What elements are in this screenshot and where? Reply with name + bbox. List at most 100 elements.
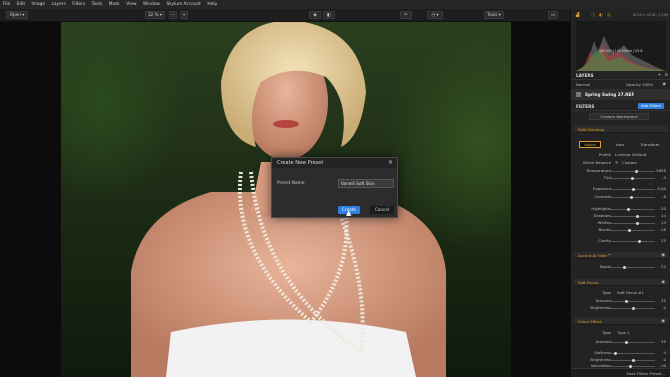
blacks-value: -16 <box>659 227 666 232</box>
menu-file[interactable]: File <box>3 2 10 7</box>
raw-develop-header[interactable]: RAW Develop <box>574 126 668 133</box>
soft-focus-type-row: Type Soft Focus #1 <box>571 290 670 296</box>
eye-preview-button[interactable]: ◉ <box>309 11 321 19</box>
menu-edit[interactable]: Edit <box>17 2 25 7</box>
clarity-knob[interactable] <box>638 240 641 243</box>
orton-amount-slider[interactable] <box>611 341 655 344</box>
soft-focus-amount-knob[interactable] <box>625 300 628 303</box>
tools-button[interactable]: Tools ▾ <box>484 11 504 19</box>
soft-focus-brightness-slider[interactable] <box>611 307 655 310</box>
open-button[interactable]: Open ▾ <box>6 11 28 19</box>
layers-toggle-icon[interactable]: ◐ <box>599 12 603 17</box>
highlights-slider[interactable] <box>611 208 655 211</box>
undo-button[interactable]: ↶ <box>400 11 412 19</box>
blend-mode-select[interactable]: Normal <box>576 82 590 87</box>
layer-thumbnail <box>576 92 581 97</box>
orton-softness-knob[interactable] <box>614 352 617 355</box>
boost-slider-row: Boost 22 <box>571 264 670 270</box>
contrast-value: -8 <box>662 194 666 199</box>
wb-select[interactable]: Custom <box>622 160 637 165</box>
exposure-knob[interactable] <box>632 188 635 191</box>
exposure-slider[interactable] <box>611 188 655 191</box>
orton-header[interactable]: Orton Effect ◉ <box>574 318 668 325</box>
temperature-slider[interactable] <box>611 170 655 173</box>
eye-icon[interactable]: ◉ <box>661 318 665 323</box>
visibility-icon[interactable]: ◉ <box>662 81 666 86</box>
orton-brightness-knob[interactable] <box>632 359 635 362</box>
highlights-slider-row: Highlights -20 <box>571 206 670 212</box>
filmstrip-button[interactable]: ▭ <box>548 11 558 19</box>
orton-softness-slider[interactable] <box>611 352 655 355</box>
layers-add-icon[interactable]: + <box>657 72 661 77</box>
shadows-knob[interactable] <box>636 215 639 218</box>
layers-header: LAYERS + ≡ <box>571 72 670 80</box>
clarity-slider[interactable] <box>611 240 655 243</box>
contrast-label: Contrast <box>594 194 611 199</box>
tools-label: Tools <box>487 12 498 17</box>
cancel-button[interactable]: Cancel <box>370 206 394 214</box>
orton-type-select[interactable]: Type 1 <box>617 330 630 335</box>
undo-icon: ↶ <box>404 12 408 17</box>
compare-button[interactable]: ◧ <box>323 11 335 19</box>
info-icon[interactable]: ⓘ <box>591 12 595 18</box>
contrast-slider[interactable] <box>611 196 655 199</box>
add-filters-button[interactable]: Add Filters <box>638 103 664 109</box>
menu-mask[interactable]: Mask <box>109 2 120 7</box>
soft-focus-amount-slider[interactable] <box>611 300 655 303</box>
preset-name-input[interactable] <box>338 179 394 188</box>
whites-knob[interactable] <box>636 222 639 225</box>
boost-slider[interactable] <box>611 266 655 269</box>
menu-view[interactable]: View <box>126 2 136 7</box>
orton-title: Orton Effect <box>578 319 602 324</box>
soft-focus-type-select[interactable]: Soft Focus #1 <box>617 290 644 295</box>
tab-adjust[interactable]: Adjust <box>579 141 601 148</box>
zoom-out-button[interactable]: − <box>169 11 177 19</box>
contrast-knob[interactable] <box>630 196 633 199</box>
eye-icon[interactable]: ◉ <box>661 252 665 257</box>
layers-menu-icon[interactable]: ≡ <box>664 72 668 77</box>
zoom-select[interactable]: 32 % ▾ <box>145 11 165 19</box>
menu-image[interactable]: Image <box>32 2 45 7</box>
soft-focus-brightness-knob[interactable] <box>632 307 635 310</box>
presets-icon[interactable]: ◎ <box>607 12 611 17</box>
soft-focus-header[interactable]: Soft Focus ◉ <box>574 279 668 286</box>
tint-slider-row: Tint -3 <box>571 175 670 181</box>
menu-layers[interactable]: Layers <box>52 2 66 7</box>
orton-saturation-slider[interactable] <box>611 365 655 368</box>
save-filters-preset-button[interactable]: Save Filters Preset... <box>626 371 665 376</box>
whites-slider[interactable] <box>611 222 655 225</box>
orton-softness-value: 4 <box>663 350 666 355</box>
blacks-slider[interactable] <box>611 229 655 232</box>
workspace-select[interactable]: Custom Workspace <box>589 113 649 120</box>
profile-select[interactable]: Luminar Default <box>615 152 646 157</box>
opacity-value[interactable]: 100% <box>642 82 653 87</box>
menu-tools[interactable]: Tools <box>92 2 103 7</box>
boost-knob[interactable] <box>623 266 626 269</box>
tint-value: -3 <box>662 175 666 180</box>
tint-knob[interactable] <box>631 177 634 180</box>
menu-help[interactable]: Help <box>207 2 217 7</box>
highlights-knob[interactable] <box>627 208 630 211</box>
orton-amount-knob[interactable] <box>625 341 628 344</box>
orton-brightness-slider[interactable] <box>611 359 655 362</box>
blacks-slider-row: Blacks -16 <box>571 227 670 233</box>
history-button[interactable]: ◷ ▾ <box>427 11 443 19</box>
shadows-slider[interactable] <box>611 215 655 218</box>
wb-picker-icon[interactable]: ✎ <box>615 160 618 165</box>
compare-icon: ◧ <box>327 12 331 17</box>
menu-skylum-account[interactable]: Skylum Account <box>166 2 200 7</box>
blacks-knob[interactable] <box>628 229 631 232</box>
layer-item[interactable]: Spring Swing 27.NEF <box>571 89 670 100</box>
tab-transform[interactable]: Transform <box>638 141 662 148</box>
accent-ai-header[interactable]: Accent AI Filter™ ◉ <box>574 252 668 259</box>
histogram-icon[interactable]: ▟ <box>576 12 579 17</box>
eye-icon[interactable]: ◉ <box>661 279 665 284</box>
menu-filters[interactable]: Filters <box>72 2 85 7</box>
tint-slider[interactable] <box>611 177 655 180</box>
tab-lens[interactable]: Lens <box>611 141 629 148</box>
temperature-knob[interactable] <box>635 170 638 173</box>
zoom-in-button[interactable]: + <box>180 11 188 19</box>
close-icon[interactable]: × <box>388 158 393 168</box>
soft-focus-amount-label: Amount <box>595 298 611 303</box>
menu-window[interactable]: Window <box>143 2 160 7</box>
